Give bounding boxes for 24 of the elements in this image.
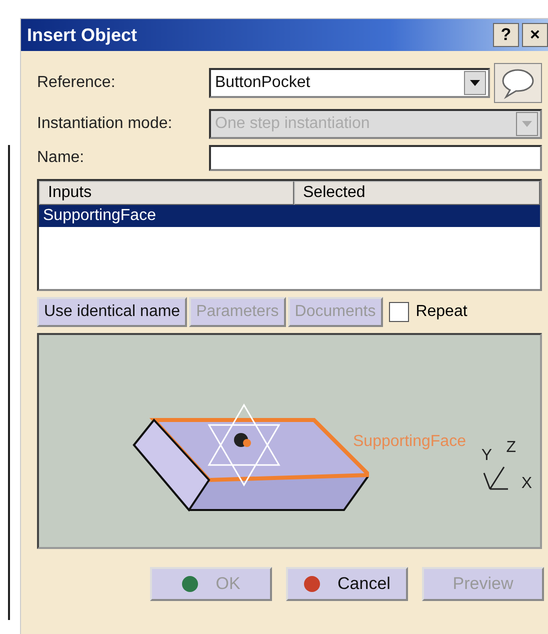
axis-label: Y bbox=[481, 447, 492, 465]
name-label: Name: bbox=[37, 149, 86, 167]
status-ball-icon bbox=[304, 576, 320, 592]
axis-label: X bbox=[521, 475, 532, 493]
table-row[interactable]: SupportingFace bbox=[39, 205, 540, 227]
repeat-label: Repeat bbox=[416, 303, 468, 321]
column-header[interactable]: Inputs bbox=[39, 181, 294, 205]
reference-dropdown[interactable]: ButtonPocket bbox=[209, 68, 490, 98]
caret-icon bbox=[516, 112, 538, 136]
action-button[interactable]: Use identical name bbox=[37, 297, 188, 327]
reference-label: Reference: bbox=[37, 74, 116, 92]
caret-icon bbox=[464, 71, 486, 95]
close-button[interactable]: × bbox=[522, 23, 548, 47]
repeat-checkbox[interactable] bbox=[388, 302, 409, 322]
status-ball-icon bbox=[182, 576, 198, 592]
name-field[interactable] bbox=[209, 145, 542, 171]
column-header[interactable]: Selected bbox=[294, 181, 540, 205]
speech-bubble-button[interactable] bbox=[494, 63, 542, 103]
dialog-button[interactable]: Cancel bbox=[286, 567, 408, 601]
window-title: Insert Object bbox=[27, 24, 138, 46]
face-label: SupportingFace bbox=[353, 433, 466, 451]
instantiation-mode-label: Instantiation mode: bbox=[37, 115, 174, 133]
axis-label: Z bbox=[506, 439, 516, 457]
help-button[interactable]: ? bbox=[493, 23, 519, 47]
